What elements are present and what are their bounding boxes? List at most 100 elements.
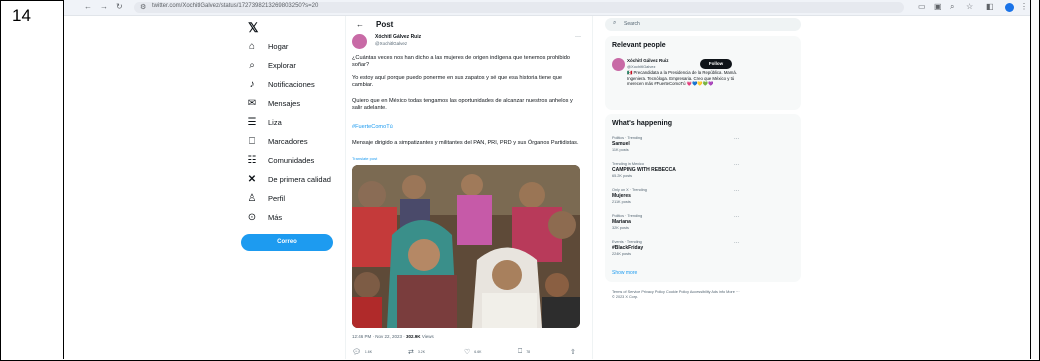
nav-item-messages[interactable]: ✉ Mensajes <box>245 96 300 110</box>
nav-label: Explorar <box>268 60 296 70</box>
nav-label: Mensajes <box>268 98 301 108</box>
nav-item-home[interactable]: ⌂ Hogar <box>245 39 288 53</box>
follow-button[interactable]: Follow <box>700 59 732 69</box>
person-handle[interactable]: @XochitlGalvez <box>627 64 656 69</box>
reply-count: 1.6K <box>364 350 373 354</box>
post-paragraph: Yo estoy aquí porque puedo ponerme en su… <box>352 75 563 88</box>
author-name[interactable]: Xóchitl Gálvez Ruiz <box>375 34 421 40</box>
person-name[interactable]: Xóchitl Gálvez Ruiz <box>627 58 669 63</box>
person-bio: 🇲🇽 Precandidata a la Presidencia de la R… <box>627 70 737 87</box>
post-button[interactable]: Correo <box>241 234 333 251</box>
nav-label: Perfil <box>268 193 286 203</box>
more-options-icon[interactable]: ··· <box>575 34 581 40</box>
repost-button[interactable]: ⇄ 3.2K <box>408 348 425 356</box>
translate-link[interactable]: Translate post <box>352 156 377 161</box>
back-arrow-icon[interactable]: ← <box>84 2 92 11</box>
trend-name: Mariana <box>612 219 631 225</box>
reload-icon[interactable]: ↻ <box>116 2 123 11</box>
trend-name: #BlackFriday <box>612 245 644 251</box>
more-options-icon[interactable]: ··· <box>734 214 739 220</box>
like-button[interactable]: ♡ 6.6K <box>464 348 481 356</box>
trend-context: Politics · Trending <box>612 136 643 140</box>
post-photo[interactable] <box>352 165 580 328</box>
share-button[interactable]: ⇧ <box>570 348 576 356</box>
nav-label: Más <box>268 212 283 222</box>
profile-avatar-icon[interactable] <box>1005 3 1014 12</box>
hashtag-link[interactable]: #FuerteComoTú <box>352 124 584 131</box>
bookmark-count: 78 <box>526 350 531 354</box>
translate-icon[interactable]: ▣ <box>934 2 942 11</box>
url-text: twitter.com/XochitlGalvez/status/1727398… <box>152 3 319 9</box>
trend-context: Only on X · Trending <box>612 188 647 192</box>
x-logo-icon[interactable]: 𝕏 <box>248 20 258 36</box>
trend-item[interactable]: Trending in Mexico CAMPING WITH REBECCA … <box>612 162 748 182</box>
footer-links[interactable]: Terms of Service Privacy Policy Cookie P… <box>612 290 742 300</box>
nav-item-more[interactable]: ⊙ Más <box>245 210 282 224</box>
home-icon: ⌂ <box>248 40 256 52</box>
trend-item[interactable]: Events · Trending #BlackFriday 224K post… <box>612 240 748 260</box>
install-icon[interactable]: ▭ <box>918 2 926 11</box>
forward-arrow-icon[interactable]: → <box>100 2 108 11</box>
post-meta: 12:46 PM · Nov 22, 2023 · 302.9K Views <box>352 334 434 339</box>
trend-item[interactable]: Only on X · Trending Mujeres 211K posts … <box>612 188 748 208</box>
post-views: 302.9K <box>406 334 421 339</box>
more-options-icon[interactable]: ··· <box>734 162 739 168</box>
more-options-icon[interactable]: ··· <box>734 136 739 142</box>
like-count: 6.6K <box>474 350 482 354</box>
star-icon[interactable]: ☆ <box>966 2 973 11</box>
nav-item-lists[interactable]: ☰ Liza <box>245 115 282 129</box>
zoom-icon[interactable]: ⌕ <box>950 2 954 12</box>
avatar[interactable] <box>612 58 625 71</box>
nav-item-premium[interactable]: ✕ De primera calidad <box>245 172 331 186</box>
trend-count: 32K posts <box>612 226 629 230</box>
repost-count: 3.2K <box>417 350 426 354</box>
bookmark-button[interactable]: ⎕ 78 <box>518 348 530 356</box>
nav-label: Marcadores <box>268 136 308 146</box>
bell-icon: ♪ <box>249 78 255 90</box>
trend-name: Mujeres <box>612 193 631 199</box>
trend-context: Politics · Trending <box>612 214 643 218</box>
trend-item[interactable]: Politics · Trending Mariana 32K posts ··… <box>612 214 748 234</box>
post-actions: 💬︎ 1.6K ⇄ 3.2K ♡ 6.6K ⎕ 78 ⇧ <box>352 348 584 358</box>
right-margin <box>1031 0 1039 359</box>
more-options-icon[interactable]: ··· <box>734 240 739 246</box>
reply-button[interactable]: 💬︎ 1.6K <box>352 348 372 356</box>
nav-item-profile[interactable]: ♙ Perfil <box>245 191 286 205</box>
post-note: Mensaje dirigido a simpatizantes y milit… <box>352 140 579 146</box>
menu-icon[interactable]: ⋮ <box>1020 2 1028 11</box>
browser-toolbar: ← → ↻ ⚙ twitter.com/XochitlGalvez/status… <box>64 0 1030 16</box>
sidepanel-icon[interactable]: ◧ <box>986 2 994 11</box>
show-more-link[interactable]: Show more <box>612 270 637 276</box>
more-options-icon[interactable]: ··· <box>734 188 739 194</box>
trend-name: Samuel <box>612 141 630 147</box>
trend-context: Events · Trending <box>612 240 642 244</box>
trend-count: 211K posts <box>612 200 631 204</box>
whats-happening-title: What's happening <box>612 120 672 127</box>
photo-crowd-illustration <box>352 165 580 328</box>
row-number-cell: 14 <box>0 0 64 359</box>
nav-item-explore[interactable]: ⌕ Explorar <box>245 58 296 72</box>
nav-label: Hogar <box>268 41 289 51</box>
nav-item-communities[interactable]: ☷ Comunidades <box>245 153 315 167</box>
share-icon: ⇧ <box>570 349 576 356</box>
search-input[interactable]: ⌕ Search <box>605 18 801 31</box>
relevant-people-title: Relevant people <box>612 42 666 49</box>
list-icon: ☰ <box>247 116 257 128</box>
nav-item-notifications[interactable]: ♪ Notificaciones <box>245 77 315 91</box>
reply-icon: 💬︎ <box>352 349 361 356</box>
mail-icon: ✉ <box>247 97 257 109</box>
address-bar[interactable]: ⚙ twitter.com/XochitlGalvez/status/17273… <box>134 2 904 13</box>
site-info-icon[interactable]: ⚙ <box>140 3 146 11</box>
search-placeholder: Search <box>624 21 640 27</box>
heart-icon: ♡ <box>464 349 471 356</box>
views-label: Views <box>421 334 434 339</box>
trend-item[interactable]: Politics · Trending Samuel 11K posts ··· <box>612 136 748 156</box>
author-handle[interactable]: @XochitlGalvez <box>375 41 407 46</box>
trend-name: CAMPING WITH REBECCA <box>612 167 676 173</box>
avatar[interactable] <box>352 34 367 49</box>
nav-label: Notificaciones <box>268 79 315 89</box>
nav-item-bookmarks[interactable]: ⎕ Marcadores <box>245 134 308 148</box>
back-arrow-icon[interactable]: ← <box>356 20 364 29</box>
row-number: 14 <box>12 6 31 25</box>
trend-count: 11K posts <box>612 148 629 152</box>
